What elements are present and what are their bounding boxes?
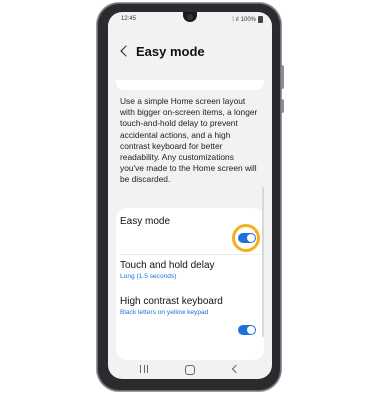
toggle-knob [247,326,255,334]
battery-icon [258,16,263,23]
touch-hold-delay-label: Touch and hold delay [120,260,215,271]
page-title: Easy mode [136,44,205,59]
easy-mode-label: Easy mode [120,216,171,227]
home-icon[interactable] [185,365,195,375]
easy-mode-description: Use a simple Home screen layout with big… [120,96,258,185]
status-time: 12:45 [121,16,137,22]
high-contrast-keyboard-toggle[interactable] [238,325,256,335]
nav-bar [108,361,272,379]
power-button [281,99,284,113]
scrollbar[interactable] [262,187,264,337]
back-icon[interactable] [232,366,238,372]
battery-percent: 100% [240,16,256,23]
top-card-edge [116,80,264,90]
page-header: Easy mode [108,42,272,66]
highlight-ring [232,224,260,252]
touch-hold-delay-value: Long (1.5 seconds) [120,273,177,280]
status-bar: 12:45 ⁞ ıl 100% [108,12,272,26]
phone-screen: 12:45 ⁞ ıl 100% Easy mode Use a simple H… [108,12,272,379]
status-icons: ⁞ ıl 100% [232,16,263,23]
divider [120,254,260,255]
volume-button [281,65,284,89]
high-contrast-keyboard-sub: Black letters on yellow keypad [120,309,209,316]
recent-apps-icon[interactable] [140,365,149,374]
signal-icon: ⁞ ıl [232,16,239,23]
back-chevron-icon[interactable] [119,44,131,58]
high-contrast-keyboard-label: High contrast keyboard [120,296,223,307]
